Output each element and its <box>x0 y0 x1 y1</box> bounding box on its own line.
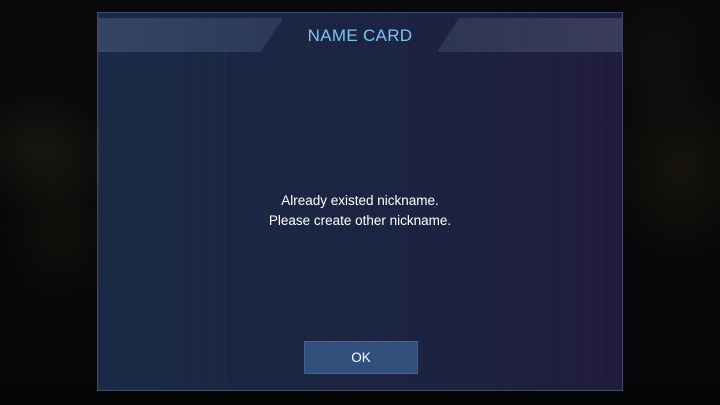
name-card-dialog: NAME CARD Already existed nickname. Plea… <box>97 12 623 391</box>
dialog-title: NAME CARD <box>307 26 413 45</box>
game-screen: NAME CARD Already existed nickname. Plea… <box>0 0 720 405</box>
dialog-header: NAME CARD <box>98 13 622 53</box>
dialog-message: Already existed nickname. Please create … <box>98 191 622 231</box>
message-line-2: Please create other nickname. <box>268 213 452 228</box>
ok-button[interactable]: OK <box>304 341 418 374</box>
message-line-1: Already existed nickname. <box>281 193 439 208</box>
